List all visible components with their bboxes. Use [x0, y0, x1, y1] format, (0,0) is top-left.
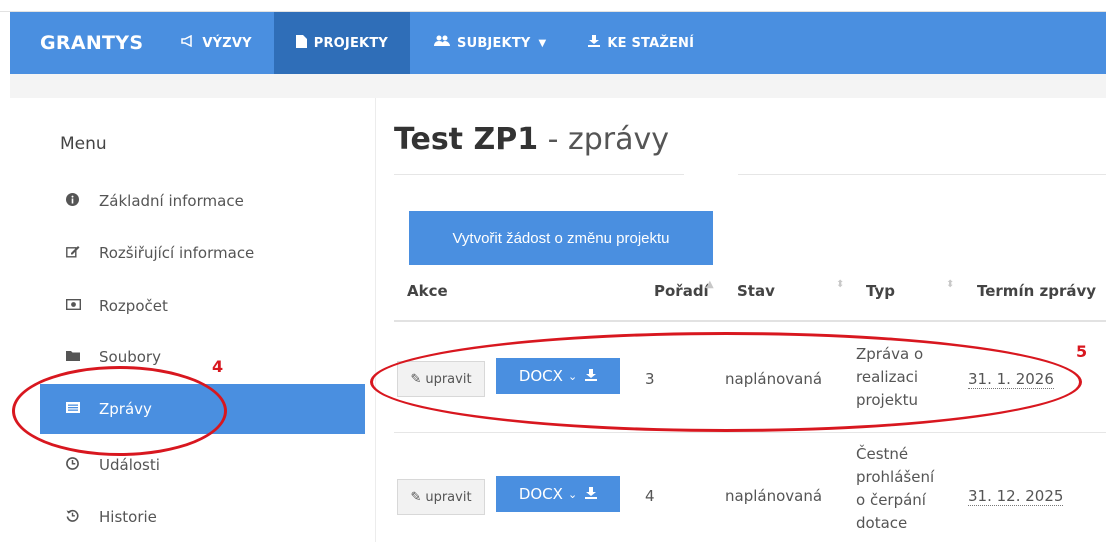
edit-button-label: upravit [425, 489, 472, 505]
sidebar-item-zakladni-informace[interactable]: Základní informace [40, 176, 365, 226]
info-icon [66, 192, 88, 210]
nav-ke-stazeni[interactable]: KE STAŽENÍ [568, 12, 716, 74]
top-strip [0, 0, 1106, 12]
page-title: Test ZP1 - zprávy [394, 122, 669, 157]
nav-subjekty[interactable]: SUBJEKTY ▼ [410, 12, 568, 74]
nav-projekty-label: PROJEKTY [313, 35, 388, 51]
cell-termin[interactable]: 31. 12. 2025 [968, 487, 1064, 506]
column-header-stav[interactable]: Stav [737, 282, 775, 300]
sort-icon[interactable]: ⬍ [946, 279, 954, 290]
sort-icon[interactable]: ▲ [706, 279, 714, 290]
menu-title: Menu [60, 134, 107, 154]
column-header-typ[interactable]: Typ [866, 282, 895, 300]
nav-projekty[interactable]: PROJEKTY [273, 12, 410, 74]
cell-stav: naplánovaná [725, 487, 823, 505]
annotation-ellipse-sidebar [12, 366, 227, 456]
sidebar-item-rozpocet[interactable]: Rozpočet [40, 281, 365, 331]
clock-icon [66, 456, 88, 474]
title-divider [394, 174, 684, 175]
annotation-ellipse-row [370, 332, 1082, 432]
sidebar-item-rozsirujici-informace[interactable]: Rozšiřující informace [40, 228, 365, 278]
history-icon [66, 509, 88, 526]
sidebar-item-historie[interactable]: Historie [40, 492, 365, 542]
chevron-down-icon: ⌄ [567, 487, 578, 501]
column-header-poradi[interactable]: Pořadí [654, 282, 709, 300]
money-icon [65, 298, 88, 314]
column-header-termin[interactable]: Termín zprávy [977, 282, 1096, 300]
edit-icon [66, 245, 88, 262]
annotation-marker-4: 4 [212, 357, 224, 376]
cell-typ: Čestné prohlášení o čerpání dotace [856, 445, 935, 532]
page-title-rest: - zprávy [538, 122, 670, 157]
sidebar-item-label: Události [99, 456, 160, 474]
megaphone-icon [181, 34, 195, 51]
download-icon [585, 485, 598, 503]
create-change-request-button[interactable]: Vytvořit žádost o změnu projektu [409, 211, 713, 265]
table-header-divider [394, 320, 1106, 322]
top-navbar: GRANTYS VÝZVY PROJEKTY SUBJEKTY ▼ KE STA… [10, 12, 1106, 74]
title-divider-right [738, 174, 1106, 175]
sidebar-item-label: Rozpočet [99, 297, 168, 315]
nav-ke-stazeni-label: KE STAŽENÍ [607, 35, 695, 51]
brand-logo[interactable]: GRANTYS [10, 12, 157, 74]
pencil-icon: ✎ [410, 489, 422, 505]
sidebar-item-label: Soubory [99, 348, 161, 366]
cell-poradi: 4 [645, 487, 655, 505]
subheader-bar [10, 74, 1106, 98]
folder-icon [66, 350, 88, 365]
sidebar: Menu Základní informace Rozšiřující info… [40, 98, 376, 542]
nav-vyzvy[interactable]: VÝZVY [157, 12, 273, 74]
users-icon [434, 35, 450, 51]
annotation-marker-5: 5 [1076, 342, 1088, 361]
docx-download-button[interactable]: DOCX ⌄ [496, 476, 620, 512]
nav-subjekty-label: SUBJEKTY [457, 35, 531, 51]
edit-button[interactable]: ✎ upravit [397, 479, 485, 515]
sidebar-item-label: Rozšiřující informace [99, 244, 255, 262]
column-header-akce: Akce [407, 282, 448, 300]
sort-icon[interactable]: ⬍ [836, 279, 844, 290]
sidebar-item-label: Základní informace [99, 192, 244, 210]
nav-vyzvy-label: VÝZVY [202, 35, 252, 51]
page-title-bold: Test ZP1 [394, 122, 539, 157]
chevron-down-icon: ▼ [538, 37, 547, 49]
docx-label: DOCX [518, 485, 563, 503]
sidebar-item-label: Historie [99, 508, 157, 526]
row-divider [394, 432, 1106, 433]
file-icon [295, 34, 307, 52]
download-icon [588, 35, 601, 51]
